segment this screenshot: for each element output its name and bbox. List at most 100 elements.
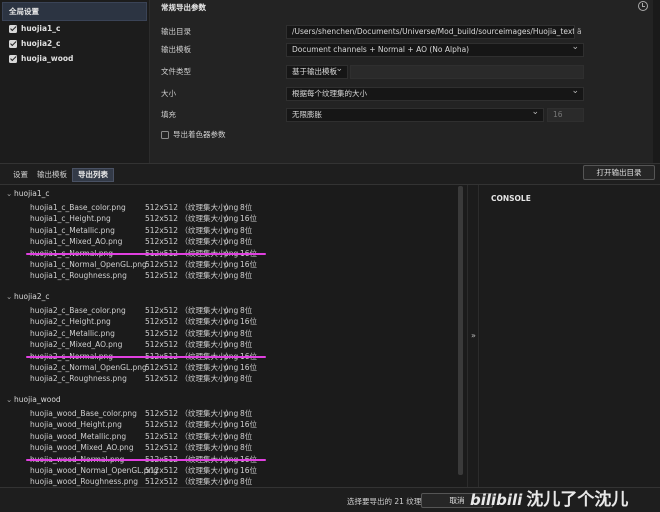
file-format: png (224, 225, 239, 235)
chevron-down-icon[interactable]: ⌄ (6, 188, 14, 199)
template-dropdown[interactable]: Document channels + Normal + AO (No Alph… (286, 43, 584, 57)
file-size: 512x512 （纹理集大小） (145, 225, 233, 235)
file-size: 512x512 （纹理集大小） (145, 214, 233, 224)
chevron-down-icon[interactable]: ⌄ (6, 291, 14, 302)
file-name: huojia1_c_Metallic.png (30, 225, 115, 235)
file-type-label: 文件类型 (161, 67, 191, 76)
texture-set-label: huojia_wood (21, 54, 74, 63)
tab-export-list[interactable]: 导出列表 (72, 168, 114, 182)
open-output-dir-button[interactable]: 打开输出目录 (583, 165, 655, 180)
file-size: 512x512 （纹理集大小） (145, 409, 233, 418)
size-row: 大小 根据每个纹理集的大小 (150, 87, 653, 101)
group-header[interactable]: ⌄ huojia_wood (6, 394, 61, 405)
file-format: png (224, 214, 239, 224)
file-format: png (224, 466, 239, 475)
group-header[interactable]: ⌄ huojia1_c (6, 188, 50, 199)
file-format: png (224, 237, 239, 247)
export-shader-label: 导出着色器参数 (173, 130, 226, 139)
expand-console-icon[interactable]: » (471, 331, 476, 340)
file-format: png (224, 317, 239, 327)
file-bit-depth: 8位 (240, 237, 253, 247)
padding-row: 填充 无限膨胀 16 (150, 108, 653, 122)
export-shader-params[interactable]: 导出着色器参数 (161, 129, 226, 140)
file-name: huojia_wood_Base_color.png (30, 409, 137, 418)
file-size: 512x512 （纹理集大小） (145, 431, 233, 441)
file-format: png (224, 443, 239, 453)
file-name: huojia1_c_Normal_OpenGL.png (30, 260, 147, 269)
file-format: png (224, 374, 239, 384)
file-bit-depth: 8位 (240, 477, 253, 487)
file-format: png (224, 340, 239, 350)
file-format: png (224, 328, 239, 338)
console-title: CONSOLE (491, 194, 531, 203)
file-size: 512x512 （纹理集大小） (145, 340, 233, 350)
file-name: huojia1_c_Base_color.png (30, 203, 126, 212)
file-name: huojia_wood_Normal_OpenGL.png (30, 466, 158, 475)
selection-count: 选择要导出的 21 纹理 (347, 497, 422, 506)
checkbox-icon[interactable] (9, 24, 17, 33)
tab-settings[interactable]: 设置 (8, 168, 33, 182)
file-bit-depth: 16位 (240, 214, 258, 224)
file-type-dropdown[interactable]: 基于输出模板 (286, 65, 348, 79)
folder-picker-glyph[interactable]: ä (577, 25, 582, 39)
export-settings-area: 全局设置 huojia1_c huojia2_c huojia_wood 常规导… (0, 0, 660, 163)
file-size: 512x512 （纹理集大小） (145, 271, 233, 281)
group-header[interactable]: ⌄ huojia2_c (6, 291, 50, 302)
file-bit-depth: 16位 (240, 260, 258, 269)
texture-set-item[interactable]: huojia1_c (0, 21, 149, 36)
checkbox-icon[interactable] (161, 130, 169, 139)
file-name: huojia1_c_Roughness.png (30, 271, 127, 281)
export-list: ⌄ huojia1_c huojia1_c_Base_color.png 512x51… (0, 185, 466, 487)
file-name: huojia1_c_Mixed_AO.png (30, 237, 123, 247)
bit-depth-dropdown[interactable] (350, 65, 584, 79)
file-format: png (224, 271, 239, 281)
output-dir-row: 输出目录 /Users/shenchen/Documents/Universe/… (150, 25, 653, 39)
group-name: huojia_wood (14, 395, 61, 404)
file-format: png (224, 420, 239, 430)
texture-set-item[interactable]: huojia2_c (0, 36, 149, 51)
texture-set-item[interactable]: huojia_wood (0, 51, 149, 66)
file-size: 512x512 （纹理集大小） (145, 328, 233, 338)
file-bit-depth: 16位 (240, 466, 258, 475)
reset-icon[interactable] (638, 1, 648, 11)
padding-label: 填充 (161, 110, 176, 119)
file-size: 512x512 （纹理集大小） (145, 203, 233, 212)
file-type-row: 文件类型 基于输出模板 (150, 65, 653, 79)
file-bit-depth: 8位 (240, 443, 253, 453)
file-bit-depth: 16位 (240, 317, 258, 327)
padding-number-field[interactable]: 16 (547, 108, 584, 122)
file-size: 512x512 （纹理集大小） (145, 237, 233, 247)
watermark: bilibili 沈儿了个沈儿 (470, 488, 628, 512)
file-size: 512x512 （纹理集大小） (145, 363, 233, 372)
tab-output-templates[interactable]: 输出模板 (32, 168, 72, 182)
checkbox-icon[interactable] (9, 39, 17, 48)
list-scrollbar[interactable] (458, 186, 463, 475)
file-size: 512x512 （纹理集大小） (145, 443, 233, 453)
watermark-text: 沈儿了个沈儿 (526, 490, 629, 510)
file-bit-depth: 8位 (240, 340, 253, 350)
file-name: huojia_wood_Mixed_AO.png (30, 443, 134, 453)
file-bit-depth: 8位 (240, 409, 253, 418)
file-format: png (224, 260, 239, 269)
texture-set-label: huojia1_c (21, 24, 61, 33)
checkbox-icon[interactable] (9, 54, 17, 63)
padding-dropdown[interactable]: 无限膨胀 (286, 108, 544, 122)
texture-set-label: huojia2_c (21, 39, 61, 48)
file-bit-depth: 16位 (240, 363, 258, 372)
group-name: huojia2_c (14, 292, 50, 301)
chevron-down-icon[interactable]: ⌄ (6, 394, 14, 405)
strikethrough-annotation (26, 355, 266, 358)
file-size: 512x512 （纹理集大小） (145, 420, 233, 430)
file-bit-depth: 8位 (240, 328, 253, 338)
file-size: 512x512 （纹理集大小） (145, 260, 233, 269)
size-dropdown[interactable]: 根据每个纹理集的大小 (286, 87, 584, 101)
file-size: 512x512 （纹理集大小） (145, 477, 233, 487)
file-name: huojia_wood_Height.png (30, 420, 122, 430)
global-settings-item[interactable]: 全局设置 (2, 2, 147, 21)
group-name: huojia1_c (14, 189, 50, 198)
file-name: huojia2_c_Mixed_AO.png (30, 340, 123, 350)
output-dir-field[interactable]: /Users/shenchen/Documents/Universe/Mod_b… (286, 25, 575, 39)
template-row: 输出模板 Document channels + Normal + AO (No… (150, 43, 653, 57)
file-size: 512x512 （纹理集大小） (145, 374, 233, 384)
strikethrough-annotation (26, 458, 266, 461)
